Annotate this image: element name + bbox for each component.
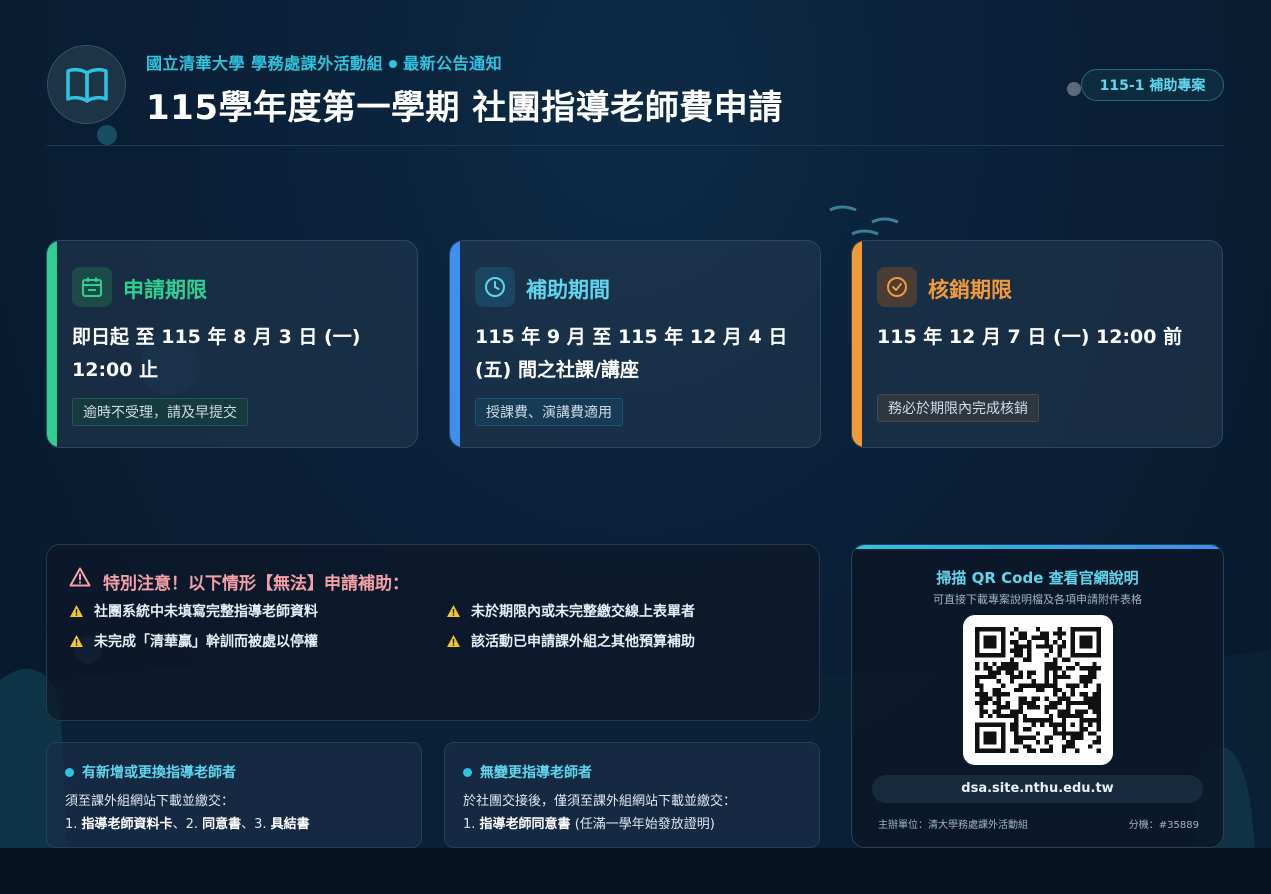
warning-panel: 特別注意！以下情形【無法】申請補助： 社團系統中未填寫完整指導老師資料 未於期限… (46, 544, 820, 721)
new-advisor-line2: 1. 指導老師資料卡、2. 同意書、3. 具結書 (65, 813, 310, 832)
warning-item-text: 該活動已申請課外組之其他預算補助 (471, 634, 695, 650)
bullet-dot (463, 767, 472, 777)
badge-dot (1067, 82, 1081, 96)
warning-item-text: 未完成「清華贏」幹訓而被處以停權 (94, 634, 318, 650)
text-seg: 、3. (241, 817, 271, 832)
card-body: 115 年 12 月 7 日 (一) 12:00 前 (877, 326, 1183, 348)
card-title: 核銷期限 (928, 278, 1012, 302)
card-tag: 逾時不受理，請及早提交 (72, 398, 248, 426)
calendar-icon (82, 277, 102, 297)
project-badge: 115-1 補助專案 (1081, 69, 1224, 101)
warning-triangle-icon (69, 567, 91, 587)
clock-icon (485, 277, 505, 297)
card-reimbursement-deadline: 核銷期限 115 年 12 月 7 日 (一) 12:00 前 務必於期限內完成… (851, 240, 1223, 448)
organizer-text: 主辦單位：清大學務處課外活動組 (878, 820, 1028, 831)
caution-icon (70, 605, 83, 617)
caution-icon (70, 635, 83, 647)
qr-panel: 掃描 QR Code 查看官網說明 可直接下載專案說明檔及各項申請附件表格 ds… (851, 544, 1224, 848)
warning-title: 特別注意！以下情形【無法】申請補助： (103, 574, 409, 594)
dot-separator (389, 59, 398, 68)
card-accent-strip (450, 241, 460, 447)
document-name: 同意書 (202, 817, 242, 832)
same-advisor-title: 無變更指導老師者 (463, 762, 592, 782)
extension-text: 分機：#35889 (1128, 820, 1199, 831)
text-seg: 1. (65, 817, 82, 832)
warning-item: 該活動已申請課外組之其他預算補助 (446, 631, 695, 651)
subtitle-org: 國立清華大學 學務處課外活動組 (146, 54, 384, 73)
document-name: 具結書 (270, 817, 310, 832)
new-advisor-title: 有新增或更換指導老師者 (65, 762, 236, 782)
new-advisor-card: 有新增或更換指導老師者 須至課外組網站下載並繳交： 1. 指導老師資料卡、2. … (46, 742, 422, 848)
card-tag: 授課費、演講費適用 (475, 398, 623, 426)
warning-item: 社團系統中未填寫完整指導老師資料 (69, 601, 318, 621)
card-accent-strip (47, 241, 57, 447)
card-subsidy-period: 補助期間 115 年 9 月 至 115 年 12 月 4 日 (五) 間之社課… (449, 240, 821, 448)
logo (47, 45, 126, 124)
text-seg: 、2. (172, 817, 203, 832)
card-icon-box (877, 267, 917, 307)
warning-item: 未於期限內或未完整繳交線上表單者 (446, 601, 695, 621)
card-application-deadline: 申請期限 即日起 至 115 年 8 月 3 日 (一) 12:00 止 逾時不… (46, 240, 418, 448)
warning-item: 未完成「清華贏」幹訓而被處以停權 (69, 631, 318, 651)
text-seg: (任滿一學年始發放證明) (570, 817, 715, 832)
card-accent-strip (852, 241, 862, 447)
qr-title: 掃描 QR Code 查看官網說明 (936, 569, 1139, 587)
same-advisor-line2: 1. 指導老師同意書 (任滿一學年始發放證明) (463, 813, 715, 832)
warning-item-text: 社團系統中未填寫完整指導老師資料 (94, 604, 318, 620)
same-advisor-title-text: 無變更指導老師者 (480, 765, 592, 781)
header-subtitle: 國立清華大學 學務處課外活動組 最新公告通知 (146, 50, 502, 74)
page-title: 115學年度第一學期 社團指導老師費申請 (146, 88, 783, 128)
subtitle-tag: 最新公告通知 (403, 54, 503, 73)
document-name: 指導老師同意書 (479, 817, 571, 832)
document-name: 指導老師資料卡 (81, 817, 173, 832)
new-advisor-title-text: 有新增或更換指導老師者 (82, 765, 236, 781)
card-title: 補助期間 (526, 278, 610, 302)
card-title: 申請期限 (123, 278, 207, 302)
text-seg: 1. (463, 817, 480, 832)
check-circle-icon (887, 277, 907, 297)
caution-icon (447, 605, 460, 617)
same-advisor-line1: 於社團交接後，僅須至課外組網站下載並繳交： (463, 794, 737, 809)
card-icon-box (475, 267, 515, 307)
qr-code-icon (975, 627, 1101, 753)
same-advisor-card: 無變更指導老師者 於社團交接後，僅須至課外組網站下載並繳交： 1. 指導老師同意… (444, 742, 820, 848)
warning-item-text: 未於期限內或未完整繳交線上表單者 (471, 604, 695, 620)
qr-code[interactable] (963, 615, 1113, 765)
caution-icon (447, 635, 460, 647)
book-icon (65, 67, 108, 103)
qr-topbar (852, 545, 1223, 549)
card-body: 即日起 至 115 年 8 月 3 日 (一) 12:00 止 (72, 326, 361, 381)
card-body: 115 年 9 月 至 115 年 12 月 4 日 (五) 間之社課/講座 (475, 326, 788, 381)
qr-subtitle: 可直接下載專案說明檔及各項申請附件表格 (933, 593, 1142, 606)
header-divider (47, 145, 1224, 146)
card-tag: 務必於期限內完成核銷 (877, 394, 1039, 422)
new-advisor-line1: 須至課外組網站下載並繳交： (65, 794, 235, 809)
website-url[interactable]: dsa.site.nthu.edu.tw (872, 775, 1203, 803)
bullet-dot (65, 767, 74, 777)
card-icon-box (72, 267, 112, 307)
